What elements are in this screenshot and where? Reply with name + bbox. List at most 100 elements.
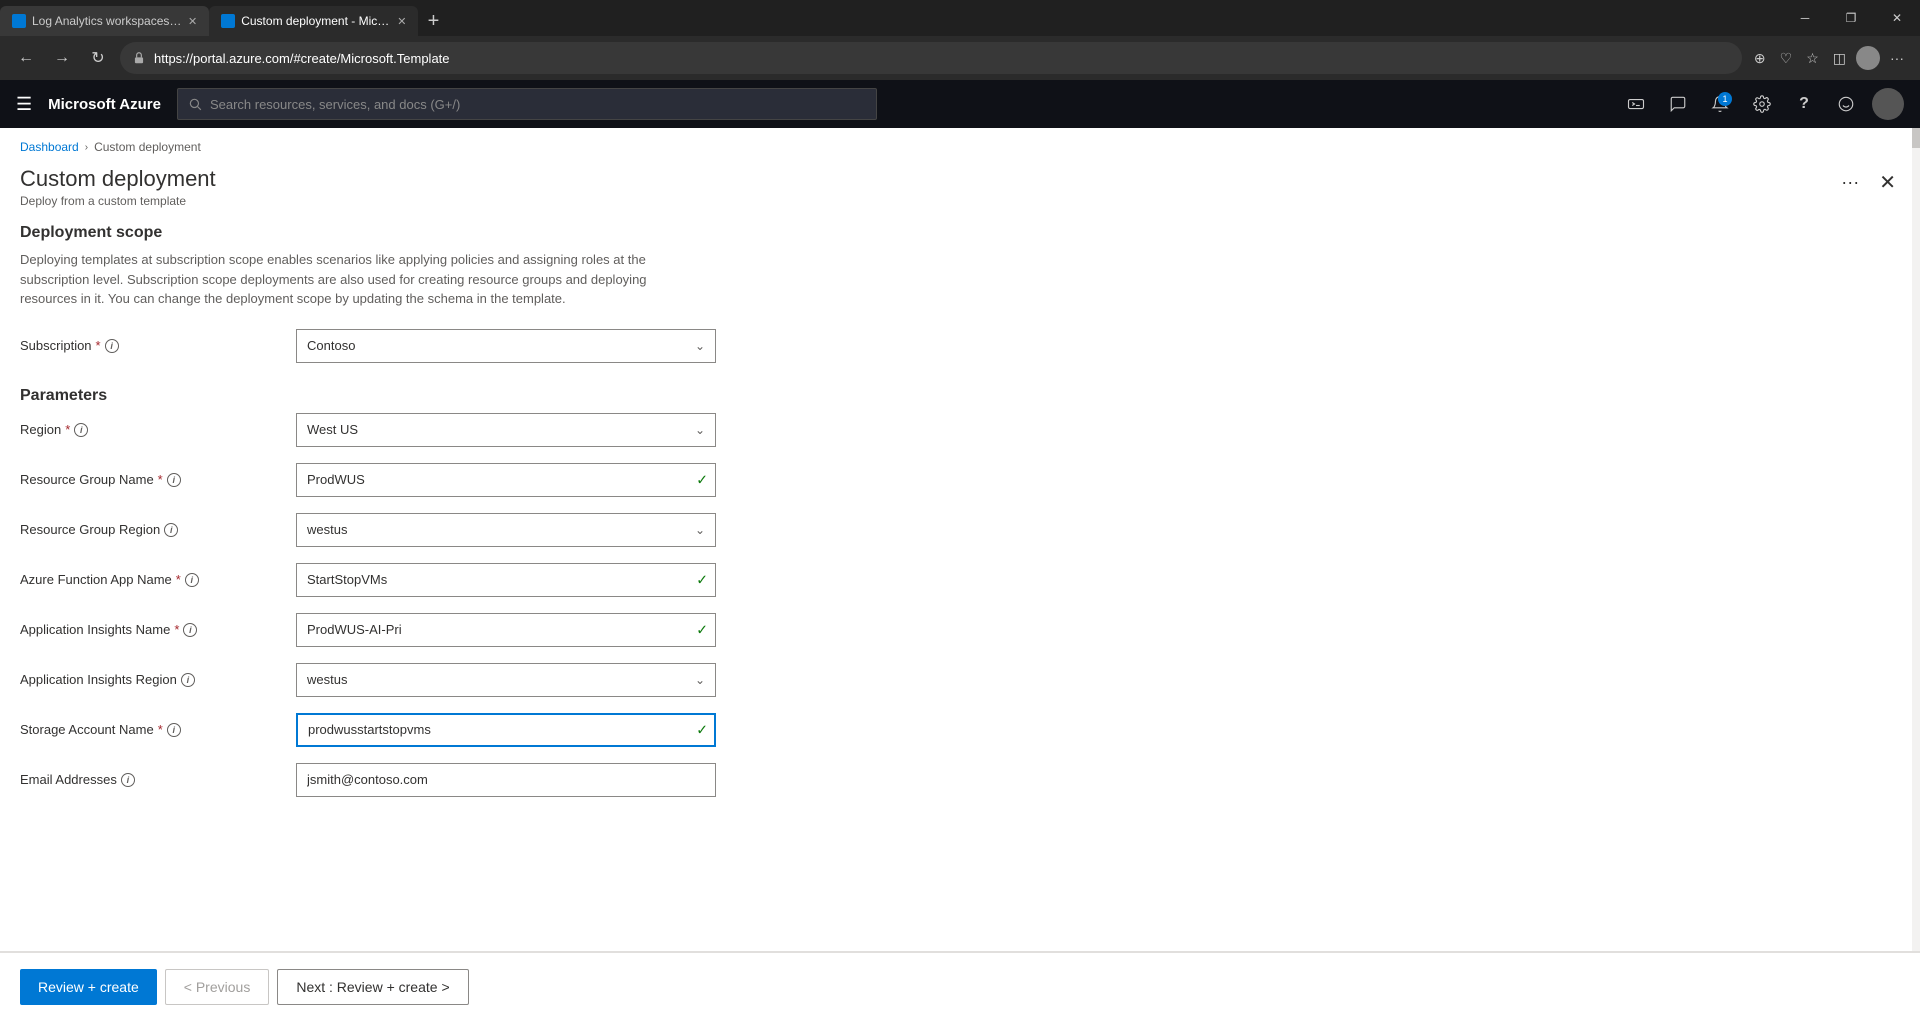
profile-sync-icon[interactable]: ♡	[1776, 46, 1797, 71]
email-addresses-label: Email Addresses i	[20, 772, 280, 787]
help-icon[interactable]: ?	[1788, 88, 1820, 120]
favorites-icon[interactable]: ☆	[1802, 46, 1823, 71]
page-title: Custom deployment	[20, 166, 216, 192]
feedback-icon[interactable]	[1662, 88, 1694, 120]
storage-account-name-row: Storage Account Name * i ✓	[20, 713, 780, 747]
func-check-icon: ✓	[696, 571, 708, 588]
browser-tab-1[interactable]: Log Analytics workspaces - Micr... ✕	[0, 6, 209, 36]
email-addresses-row: Email Addresses i	[20, 763, 780, 797]
application-insights-region-value: westus	[307, 672, 347, 687]
collections-icon[interactable]: ◫	[1829, 46, 1850, 71]
more-options-button[interactable]: ···	[1833, 168, 1867, 197]
close-panel-button[interactable]: ✕	[1875, 166, 1900, 199]
func-info-icon[interactable]: i	[185, 573, 199, 587]
ai-name-info-icon[interactable]: i	[183, 623, 197, 637]
form-content: Deployment scope Deploying templates at …	[0, 224, 1920, 897]
resource-group-name-label: Resource Group Name * i	[20, 472, 280, 487]
resource-group-region-control: westus ⌄	[296, 513, 716, 547]
address-bar[interactable]: https://portal.azure.com/#create/Microso…	[120, 42, 1742, 74]
application-insights-name-input[interactable]	[296, 613, 716, 647]
resource-group-name-control: ✓	[296, 463, 716, 497]
global-search-input[interactable]	[210, 97, 866, 112]
tab-label-2: Custom deployment - Microsoft...	[241, 14, 391, 28]
rgname-info-icon[interactable]: i	[167, 473, 181, 487]
subscription-dropdown[interactable]: Contoso ⌄	[296, 329, 716, 363]
review-create-button[interactable]: Review + create	[20, 969, 157, 1005]
feedback-smiley-icon[interactable]	[1830, 88, 1862, 120]
application-insights-region-dropdown[interactable]: westus ⌄	[296, 663, 716, 697]
email-addresses-control	[296, 763, 716, 797]
address-url[interactable]: https://portal.azure.com/#create/Microso…	[154, 51, 1730, 66]
azure-function-app-name-row: Azure Function App Name * i ✓	[20, 563, 780, 597]
back-button[interactable]: ←	[12, 44, 40, 72]
close-window-button[interactable]: ✕	[1874, 0, 1920, 36]
deployment-scope-description: Deploying templates at subscription scop…	[20, 250, 700, 309]
resource-group-region-dropdown[interactable]: westus ⌄	[296, 513, 716, 547]
region-row: Region * i West US ⌄	[20, 413, 780, 447]
forward-button[interactable]: →	[48, 44, 76, 72]
rg-region-chevron-icon: ⌄	[695, 523, 705, 537]
scrollbar[interactable]	[1912, 128, 1920, 1020]
scrollbar-thumb[interactable]	[1912, 128, 1920, 148]
region-label: Region * i	[20, 422, 280, 437]
breadcrumb-sep: ›	[85, 142, 88, 153]
browser-tab-2[interactable]: Custom deployment - Microsoft... ✕	[209, 6, 418, 36]
bottom-bar: Review + create < Previous Next : Review…	[0, 952, 1920, 1020]
user-avatar[interactable]	[1872, 88, 1904, 120]
breadcrumb: Dashboard › Custom deployment	[0, 128, 1920, 158]
storage-account-name-label: Storage Account Name * i	[20, 722, 280, 737]
azure-function-app-name-wrapper: ✓	[296, 563, 716, 597]
hamburger-menu[interactable]: ☰	[16, 94, 32, 115]
storage-info-icon[interactable]: i	[167, 723, 181, 737]
region-info-icon[interactable]: i	[74, 423, 88, 437]
minimize-button[interactable]: ─	[1782, 0, 1828, 36]
window-controls: ─ ❐ ✕	[1782, 0, 1920, 36]
new-tab-button[interactable]: +	[418, 6, 448, 36]
ai-region-info-icon[interactable]: i	[181, 673, 195, 687]
global-search[interactable]	[177, 88, 877, 120]
next-button[interactable]: Next : Review + create >	[277, 969, 468, 1005]
reload-button[interactable]: ↻	[84, 44, 112, 72]
email-info-icon[interactable]: i	[121, 773, 135, 787]
application-insights-name-row: Application Insights Name * i ✓	[20, 613, 780, 647]
page-header-actions: ··· ✕	[1833, 166, 1900, 199]
parameters-title: Parameters	[20, 387, 1900, 405]
azure-topnav: ☰ Microsoft Azure 1 ?	[0, 80, 1920, 128]
page-header: Custom deployment Deploy from a custom t…	[0, 158, 1920, 224]
breadcrumb-current: Custom deployment	[94, 140, 201, 154]
deployment-scope-title: Deployment scope	[20, 224, 1900, 242]
page-title-section: Custom deployment Deploy from a custom t…	[20, 166, 216, 208]
profile-avatar[interactable]	[1856, 46, 1880, 70]
notifications-icon[interactable]: 1	[1704, 88, 1736, 120]
rg-region-info-icon[interactable]: i	[164, 523, 178, 537]
tab-close-2[interactable]: ✕	[397, 15, 406, 28]
parameters-fields: Region * i West US ⌄ Resource Group Na	[20, 413, 780, 797]
azure-function-app-name-input[interactable]	[296, 563, 716, 597]
email-addresses-input[interactable]	[296, 763, 716, 797]
cloud-shell-icon[interactable]	[1620, 88, 1652, 120]
search-icon	[188, 97, 202, 111]
tab-close-1[interactable]: ✕	[188, 15, 197, 28]
resource-group-name-check-icon: ✓	[696, 471, 708, 488]
extensions-icon[interactable]: ⊕	[1750, 46, 1770, 71]
browser-toolbar-actions: ⊕ ♡ ☆ ◫ ···	[1750, 46, 1908, 71]
region-chevron-icon: ⌄	[695, 423, 705, 437]
settings-icon[interactable]	[1746, 88, 1778, 120]
tab-favicon-1	[12, 14, 26, 28]
azure-logo: Microsoft Azure	[48, 96, 161, 113]
nav-icons: 1 ?	[1620, 88, 1904, 120]
subscription-info-icon[interactable]: i	[105, 339, 119, 353]
restore-button[interactable]: ❐	[1828, 0, 1874, 36]
resource-group-name-input[interactable]	[296, 463, 716, 497]
rgname-required: *	[158, 472, 163, 487]
tab-label-1: Log Analytics workspaces - Micr...	[32, 14, 182, 28]
settings-menu-icon[interactable]: ···	[1886, 46, 1908, 70]
ai-name-check-icon: ✓	[696, 621, 708, 638]
application-insights-name-control: ✓	[296, 613, 716, 647]
breadcrumb-dashboard[interactable]: Dashboard	[20, 140, 79, 154]
storage-account-name-input[interactable]	[296, 713, 716, 747]
browser-chrome: Log Analytics workspaces - Micr... ✕ Cus…	[0, 0, 1920, 80]
previous-button[interactable]: < Previous	[165, 969, 270, 1005]
region-dropdown[interactable]: West US ⌄	[296, 413, 716, 447]
subscription-required: *	[96, 338, 101, 353]
